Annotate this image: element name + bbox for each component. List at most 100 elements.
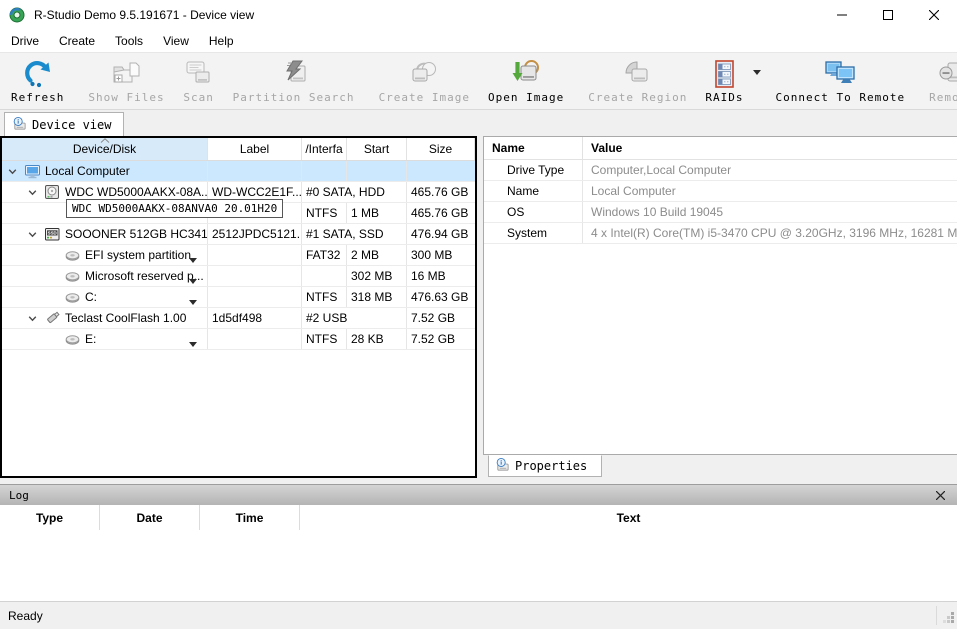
device-row-c[interactable]: C: NTFS 318 MB 476.63 GB (2, 287, 475, 308)
mount-dropdown-icon[interactable] (189, 336, 197, 349)
label-cell (208, 329, 302, 349)
toolbar-partition-search-label: Partition Search (233, 91, 355, 104)
device-table-rows: Local Computer WDC WD5000AAKX-08A... WD-… (2, 161, 475, 350)
toolbar-raids-button[interactable]: RAIDs (696, 54, 752, 108)
toolbar-scan-button[interactable]: Scan (174, 54, 224, 108)
log-column-header-date[interactable]: Date (100, 505, 200, 530)
column-header-start[interactable]: Start (347, 138, 407, 160)
size-cell: 16 MB (407, 266, 475, 286)
chevron-down-icon[interactable] (26, 312, 38, 324)
size-cell: 7.52 GB (407, 329, 475, 349)
size-cell: 476.63 GB (407, 287, 475, 307)
toolbar-show-files-button[interactable]: Show Files (79, 54, 173, 108)
properties-tab-strip: i Properties (483, 455, 957, 478)
toolbar-raids-dropdown[interactable] (753, 54, 761, 108)
toolbar-connect-to-remote-label: Connect To Remote (776, 91, 906, 104)
log-table-header: TypeDateTimeText (0, 505, 957, 530)
toolbar-open-image-label: Open Image (488, 91, 564, 104)
menu-drive[interactable]: Drive (1, 31, 49, 51)
log-column-header-text[interactable]: Text (300, 505, 957, 530)
property-name: OS (484, 202, 583, 222)
svg-text:i: i (17, 118, 19, 125)
maximize-button[interactable] (865, 0, 911, 30)
column-header-size[interactable]: Size (407, 138, 475, 160)
property-row-name: Name Local Computer (484, 181, 957, 202)
app-icon (9, 7, 25, 23)
device-row-local-computer[interactable]: Local Computer (2, 161, 475, 182)
toolbar-remove-button[interactable]: Remove (920, 54, 957, 108)
refresh-icon (22, 57, 54, 91)
menu-create[interactable]: Create (49, 31, 105, 51)
size-cell (407, 161, 475, 181)
property-row-system: System 4 x Intel(R) Core(TM) i5-3470 CPU… (484, 223, 957, 244)
menu-bar: DriveCreateToolsViewHelp (0, 30, 957, 52)
property-row-drive-type: Drive Type Computer,Local Computer (484, 160, 957, 181)
toolbar-open-image-button[interactable]: Open Image (479, 54, 573, 108)
log-column-header-time[interactable]: Time (200, 505, 300, 530)
properties-tab-icon: i (495, 457, 510, 475)
menu-help[interactable]: Help (199, 31, 244, 51)
property-value: Computer,Local Computer (583, 160, 957, 180)
log-title: Log (9, 489, 29, 502)
partition-icon (64, 289, 81, 306)
column-header-device-disk[interactable]: Device/Disk (2, 138, 208, 160)
properties-rows: Drive Type Computer,Local Computer Name … (484, 160, 957, 244)
menu-view[interactable]: View (153, 31, 199, 51)
log-title-bar[interactable]: Log (0, 484, 957, 505)
close-button[interactable] (911, 0, 957, 30)
chevron-down-icon[interactable] (6, 165, 18, 177)
device-name: E: (85, 332, 96, 346)
menu-tools[interactable]: Tools (105, 31, 153, 51)
toolbar-create-image-button[interactable]: Create Image (370, 54, 479, 108)
device-row-e[interactable]: E: NTFS 28 KB 7.52 GB (2, 329, 475, 350)
toolbar-refresh-label: Refresh (11, 91, 64, 104)
device-row-soooner-512gb-hc341[interactable]: SSDSOOONER 512GB HC341... 2512JPDC5121..… (2, 224, 475, 245)
tab-device-view[interactable]: i Device view (4, 112, 124, 136)
create-region-icon (622, 57, 654, 91)
partition-icon (64, 331, 81, 348)
toolbar-connect-to-remote-button[interactable]: Connect To Remote (767, 54, 915, 108)
chevron-down-icon[interactable] (26, 186, 38, 198)
properties-panel: Name Value Drive Type Computer,Local Com… (483, 136, 957, 455)
device-row-microsoft-reserved-p[interactable]: Microsoft reserved p... 302 MB 16 MB (2, 266, 475, 287)
resize-grip[interactable] (942, 611, 955, 627)
status-bar: Ready (0, 601, 957, 629)
property-value: 4 x Intel(R) Core(TM) i5-3470 CPU @ 3.20… (583, 223, 957, 243)
size-cell: 7.52 GB (407, 308, 475, 328)
window-controls (819, 0, 957, 30)
chevron-down-icon[interactable] (26, 228, 38, 240)
toolbar-refresh-button[interactable]: Refresh (2, 54, 73, 108)
column-header-label[interactable]: Label (208, 138, 302, 160)
log-close-button[interactable] (932, 487, 948, 503)
view-tab-strip: i Device view (0, 110, 957, 136)
size-cell: 465.76 GB (407, 182, 475, 202)
partition-icon (64, 247, 81, 264)
tab-properties[interactable]: i Properties (488, 455, 602, 477)
log-column-header-type[interactable]: Type (0, 505, 100, 530)
device-name: C: (85, 290, 97, 304)
label-cell (208, 266, 302, 286)
toolbar-partition-search-button[interactable]: Partition Search (224, 54, 364, 108)
label-cell: 1d5df498 (208, 308, 302, 328)
toolbar-create-region-button[interactable]: Create Region (579, 54, 696, 108)
property-name: Drive Type (484, 160, 583, 180)
mount-dropdown-icon[interactable] (189, 252, 197, 265)
device-row-teclast-coolflash-1-00[interactable]: Teclast CoolFlash 1.00 1d5df498 #2 USB 7… (2, 308, 475, 329)
start-cell: 302 MB (347, 266, 407, 286)
device-name: SOOONER 512GB HC341... (65, 227, 207, 241)
column-header-interfa[interactable]: /Interfa (302, 138, 347, 160)
device-name: WDC WD5000AAKX-08A... (65, 185, 207, 199)
label-cell: 2512JPDC5121... (208, 224, 302, 244)
mount-dropdown-icon[interactable] (189, 294, 197, 307)
property-name: Name (484, 181, 583, 201)
device-tree-panel: Device/Disk Label /Interfa Start Size Lo… (0, 136, 477, 478)
partition-icon (64, 268, 81, 285)
minimize-button[interactable] (819, 0, 865, 30)
device-name: Teclast CoolFlash 1.00 (65, 311, 186, 325)
toolbar-create-image-label: Create Image (379, 91, 470, 104)
mount-dropdown-icon[interactable] (189, 273, 197, 286)
label-cell (208, 287, 302, 307)
status-text: Ready (8, 609, 43, 623)
properties-header: Name Value (484, 137, 957, 160)
device-row-efi-system-partition[interactable]: EFI system partition FAT32 2 MB 300 MB (2, 245, 475, 266)
